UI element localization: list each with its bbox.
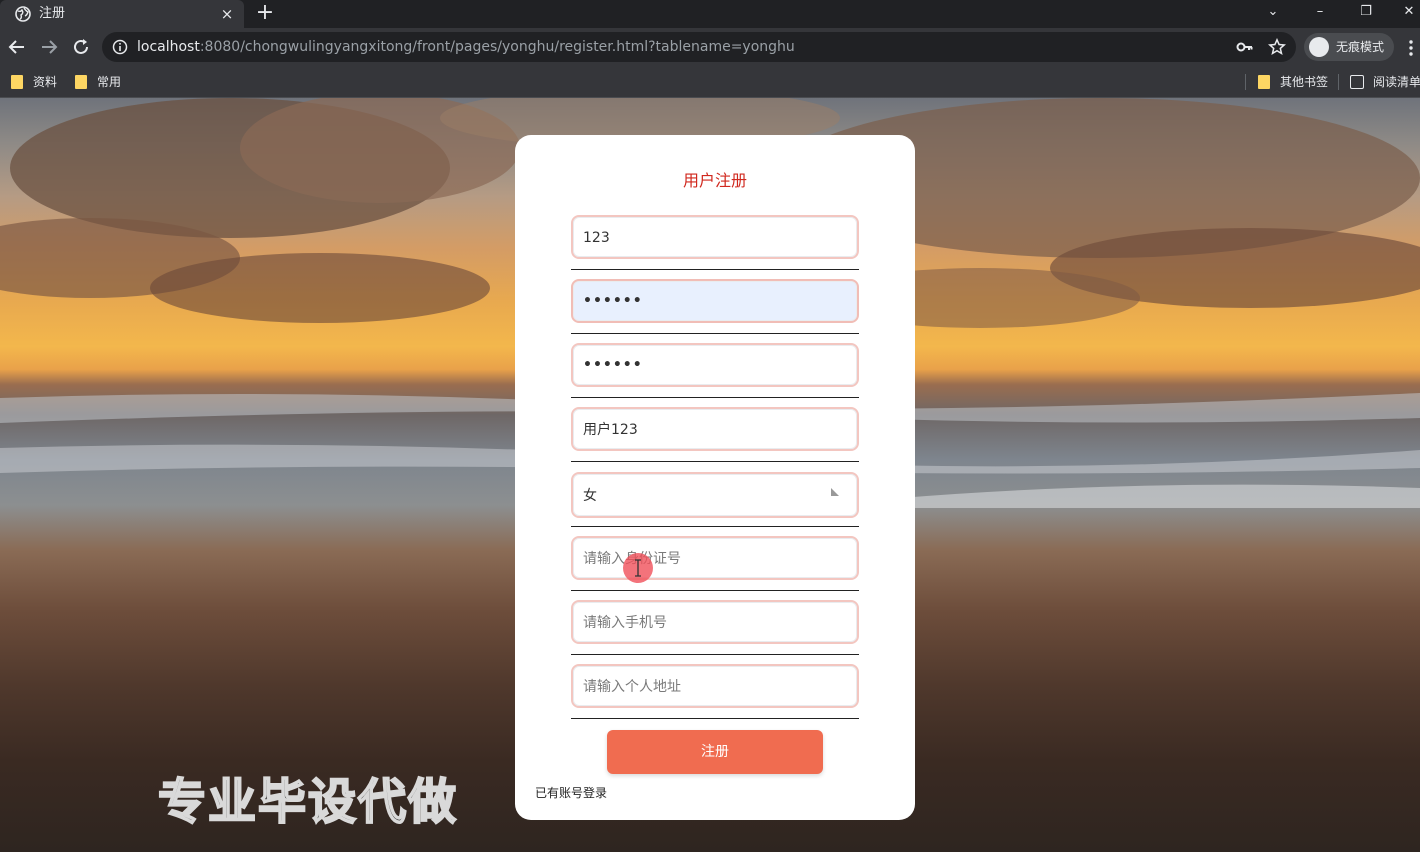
gender-select[interactable]: 女 [571, 472, 859, 518]
incognito-icon [1309, 37, 1329, 57]
minimize-icon[interactable]: – [1309, 2, 1331, 22]
url-path: :8080/chongwulingyangxitong/front/pages/… [199, 39, 795, 55]
url-host: localhost [137, 39, 200, 55]
bookmark-folder-changyong[interactable]: 常用 [75, 74, 121, 90]
bookmark-label: 其他书签 [1280, 75, 1329, 89]
password-input[interactable]: •••••• [571, 279, 859, 323]
gender-value: 女 [583, 488, 597, 504]
address-placeholder: 请输入个人地址 [583, 679, 681, 695]
reading-list-icon [1350, 75, 1364, 89]
bookmark-separator [1338, 74, 1339, 90]
phone-input[interactable]: 请输入手机号 [571, 600, 859, 644]
url-text[interactable]: localhost:8080/chongwulingyangxitong/fro… [137, 38, 795, 56]
address-input[interactable]: 请输入个人地址 [571, 664, 859, 708]
field-divider [571, 397, 859, 398]
star-icon[interactable] [1268, 38, 1286, 56]
incognito-badge[interactable]: 无痕模式 [1304, 33, 1394, 61]
menu-icon[interactable] [1405, 39, 1417, 57]
new-tab-icon[interactable]: + [254, 2, 276, 24]
globe-icon [15, 6, 31, 22]
reload-icon[interactable] [70, 36, 92, 58]
confirm-password-input[interactable]: •••••• [571, 343, 859, 387]
text-cursor-icon [635, 559, 641, 577]
field-divider [571, 718, 859, 719]
bookmark-folder-other[interactable]: 其他书签 [1258, 74, 1328, 90]
back-icon[interactable] [6, 36, 28, 58]
page-title: 用户注册 [682, 171, 747, 190]
page-background: 专业毕设代做 用户注册 123 •••••• •••••• 用户123 女 请输… [0, 98, 1420, 852]
dropdown-arrow-icon [831, 488, 839, 496]
username-input[interactable]: 用户123 [571, 407, 859, 451]
bookmark-label: 常用 [97, 75, 122, 89]
key-icon[interactable] [1236, 39, 1254, 55]
watermark-text: 专业毕设代做 [157, 773, 459, 831]
browser-toolbar: localhost:8080/chongwulingyangxitong/fro… [0, 28, 1420, 66]
tab-search-icon[interactable]: ⌄ [1262, 2, 1284, 22]
phone-placeholder: 请输入手机号 [583, 615, 667, 631]
confirm-password-value: •••••• [583, 357, 643, 373]
folder-icon [1258, 75, 1270, 89]
forward-icon[interactable] [38, 36, 60, 58]
field-divider [571, 654, 859, 655]
info-icon[interactable] [112, 39, 128, 55]
folder-icon [75, 75, 87, 89]
username-value: 用户123 [583, 422, 638, 438]
tab-strip: 注册 × + ⌄ – ❐ ✕ [0, 0, 1420, 28]
id-card-input[interactable]: 请输入身份证号 [571, 536, 859, 580]
account-input[interactable]: 123 [571, 215, 859, 259]
register-button[interactable]: 注册 [607, 730, 823, 774]
field-divider [571, 526, 859, 527]
bookmark-label: 阅读清单 [1373, 75, 1420, 89]
field-divider [571, 269, 859, 270]
tab-title: 注册 [39, 6, 66, 21]
incognito-label: 无痕模式 [1336, 40, 1385, 54]
field-divider [571, 461, 859, 462]
login-link[interactable]: 已有账号登录 [535, 785, 607, 801]
bookmark-separator [1245, 74, 1246, 90]
bookmark-label: 资料 [33, 75, 58, 89]
field-divider [571, 590, 859, 591]
register-card: 用户注册 123 •••••• •••••• 用户123 女 请输入身份证号 [515, 135, 915, 820]
address-bar[interactable]: localhost:8080/chongwulingyangxitong/fro… [102, 32, 1296, 62]
folder-icon [11, 75, 23, 89]
password-value: •••••• [583, 293, 643, 309]
bookmarks-bar: 资料 常用 其他书签 阅读清单 [0, 66, 1420, 98]
field-divider [571, 333, 859, 334]
active-tab[interactable]: 注册 × [0, 0, 244, 28]
bookmark-folder-ziliao[interactable]: 资料 [11, 74, 57, 90]
reading-list-button[interactable]: 阅读清单 [1350, 74, 1420, 90]
close-tab-icon[interactable]: × [218, 5, 236, 23]
account-value: 123 [583, 230, 610, 246]
restore-icon[interactable]: ❐ [1355, 2, 1377, 22]
close-window-icon[interactable]: ✕ [1398, 2, 1420, 22]
